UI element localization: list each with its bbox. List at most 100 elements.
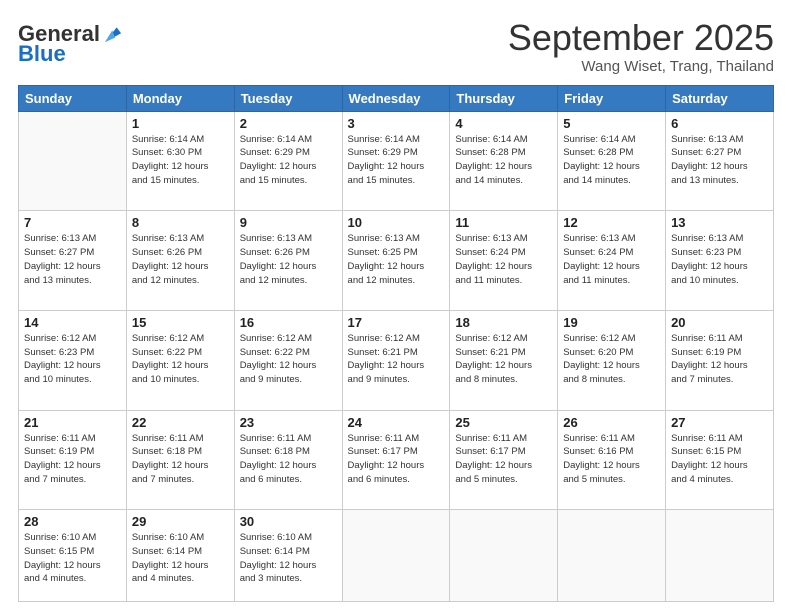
calendar-cell: 17 Sunrise: 6:12 AM Sunset: 6:21 PM Dayli… bbox=[342, 310, 450, 410]
calendar-cell: 21Sunrise: 6:11 AM Sunset: 6:19 PM Dayli… bbox=[19, 410, 127, 510]
page: General Blue September 2025 Wang Wiset, … bbox=[0, 0, 792, 612]
day-info: Sunrise: 6:13 AM Sunset: 6:26 PM Dayligh… bbox=[240, 232, 337, 287]
day-number: 17 bbox=[348, 315, 445, 330]
calendar-cell: 12 Sunrise: 6:13 AM Sunset: 6:24 PM Dayli… bbox=[558, 211, 666, 311]
day-number: 14 bbox=[24, 315, 121, 330]
day-info: Sunrise: 6:14 AM Sunset: 6:28 PM Dayligh… bbox=[563, 133, 660, 188]
calendar-cell: 7Sunrise: 6:13 AM Sunset: 6:27 PM Daylig… bbox=[19, 211, 127, 311]
calendar-day-header: Friday bbox=[558, 85, 666, 111]
calendar-cell: 24 Sunrise: 6:11 AM Sunset: 6:17 PM Dayli… bbox=[342, 410, 450, 510]
day-info: Sunrise: 6:12 AM Sunset: 6:22 PM Dayligh… bbox=[240, 332, 337, 387]
calendar-cell: 6Sunrise: 6:13 AM Sunset: 6:27 PM Daylig… bbox=[666, 111, 774, 211]
day-number: 9 bbox=[240, 215, 337, 230]
calendar-cell: 5 Sunrise: 6:14 AM Sunset: 6:28 PM Daylig… bbox=[558, 111, 666, 211]
logo-icon bbox=[102, 23, 124, 45]
calendar-cell: 13 Sunrise: 6:13 AM Sunset: 6:23 PM Dayli… bbox=[666, 211, 774, 311]
main-title: September 2025 bbox=[508, 18, 774, 58]
day-number: 10 bbox=[348, 215, 445, 230]
calendar-cell: 2 Sunrise: 6:14 AM Sunset: 6:29 PM Daylig… bbox=[234, 111, 342, 211]
day-info: Sunrise: 6:13 AM Sunset: 6:27 PM Dayligh… bbox=[671, 133, 768, 188]
day-info: Sunrise: 6:11 AM Sunset: 6:18 PM Dayligh… bbox=[132, 432, 229, 487]
day-info: Sunrise: 6:12 AM Sunset: 6:21 PM Dayligh… bbox=[348, 332, 445, 387]
day-info: Sunrise: 6:13 AM Sunset: 6:26 PM Dayligh… bbox=[132, 232, 229, 287]
calendar-cell: 18 Sunrise: 6:12 AM Sunset: 6:21 PM Dayli… bbox=[450, 310, 558, 410]
day-number: 2 bbox=[240, 116, 337, 131]
day-number: 29 bbox=[132, 514, 229, 529]
calendar-table: SundayMondayTuesdayWednesdayThursdayFrid… bbox=[18, 85, 774, 602]
logo: General Blue bbox=[18, 22, 124, 66]
calendar-cell: 27Sunrise: 6:11 AM Sunset: 6:15 PM Dayli… bbox=[666, 410, 774, 510]
day-number: 23 bbox=[240, 415, 337, 430]
day-info: Sunrise: 6:13 AM Sunset: 6:25 PM Dayligh… bbox=[348, 232, 445, 287]
calendar-cell bbox=[666, 510, 774, 602]
subtitle: Wang Wiset, Trang, Thailand bbox=[508, 58, 774, 75]
calendar-cell: 30 Sunrise: 6:10 AM Sunset: 6:14 PM Dayli… bbox=[234, 510, 342, 602]
logo-blue: Blue bbox=[18, 42, 66, 66]
calendar-week-row: 14 Sunrise: 6:12 AM Sunset: 6:23 PM Dayli… bbox=[19, 310, 774, 410]
title-block: September 2025 Wang Wiset, Trang, Thaila… bbox=[508, 18, 774, 75]
day-number: 30 bbox=[240, 514, 337, 529]
day-info: Sunrise: 6:11 AM Sunset: 6:17 PM Dayligh… bbox=[348, 432, 445, 487]
calendar-week-row: 7Sunrise: 6:13 AM Sunset: 6:27 PM Daylig… bbox=[19, 211, 774, 311]
calendar-cell: 28 Sunrise: 6:10 AM Sunset: 6:15 PM Dayli… bbox=[19, 510, 127, 602]
day-number: 16 bbox=[240, 315, 337, 330]
day-number: 1 bbox=[132, 116, 229, 131]
calendar-cell bbox=[558, 510, 666, 602]
day-info: Sunrise: 6:13 AM Sunset: 6:23 PM Dayligh… bbox=[671, 232, 768, 287]
day-number: 4 bbox=[455, 116, 552, 131]
calendar-cell: 20Sunrise: 6:11 AM Sunset: 6:19 PM Dayli… bbox=[666, 310, 774, 410]
calendar-day-header: Thursday bbox=[450, 85, 558, 111]
day-info: Sunrise: 6:14 AM Sunset: 6:29 PM Dayligh… bbox=[240, 133, 337, 188]
day-info: Sunrise: 6:14 AM Sunset: 6:28 PM Dayligh… bbox=[455, 133, 552, 188]
day-number: 24 bbox=[348, 415, 445, 430]
calendar-week-row: 21Sunrise: 6:11 AM Sunset: 6:19 PM Dayli… bbox=[19, 410, 774, 510]
day-number: 28 bbox=[24, 514, 121, 529]
day-number: 13 bbox=[671, 215, 768, 230]
day-info: Sunrise: 6:11 AM Sunset: 6:16 PM Dayligh… bbox=[563, 432, 660, 487]
header: General Blue September 2025 Wang Wiset, … bbox=[18, 18, 774, 75]
calendar-cell: 16 Sunrise: 6:12 AM Sunset: 6:22 PM Dayli… bbox=[234, 310, 342, 410]
day-number: 27 bbox=[671, 415, 768, 430]
day-info: Sunrise: 6:10 AM Sunset: 6:14 PM Dayligh… bbox=[240, 531, 337, 586]
calendar-cell: 25 Sunrise: 6:11 AM Sunset: 6:17 PM Dayli… bbox=[450, 410, 558, 510]
day-info: Sunrise: 6:11 AM Sunset: 6:17 PM Dayligh… bbox=[455, 432, 552, 487]
day-info: Sunrise: 6:14 AM Sunset: 6:29 PM Dayligh… bbox=[348, 133, 445, 188]
day-info: Sunrise: 6:14 AM Sunset: 6:30 PM Dayligh… bbox=[132, 133, 229, 188]
calendar-cell: 19 Sunrise: 6:12 AM Sunset: 6:20 PM Dayli… bbox=[558, 310, 666, 410]
day-number: 26 bbox=[563, 415, 660, 430]
calendar-cell: 1 Sunrise: 6:14 AM Sunset: 6:30 PM Daylig… bbox=[126, 111, 234, 211]
calendar-cell: 4 Sunrise: 6:14 AM Sunset: 6:28 PM Daylig… bbox=[450, 111, 558, 211]
day-info: Sunrise: 6:12 AM Sunset: 6:23 PM Dayligh… bbox=[24, 332, 121, 387]
day-number: 12 bbox=[563, 215, 660, 230]
day-number: 3 bbox=[348, 116, 445, 131]
calendar-cell: 23 Sunrise: 6:11 AM Sunset: 6:18 PM Dayli… bbox=[234, 410, 342, 510]
calendar-cell: 9 Sunrise: 6:13 AM Sunset: 6:26 PM Daylig… bbox=[234, 211, 342, 311]
day-info: Sunrise: 6:13 AM Sunset: 6:24 PM Dayligh… bbox=[455, 232, 552, 287]
calendar-cell: 10 Sunrise: 6:13 AM Sunset: 6:25 PM Dayli… bbox=[342, 211, 450, 311]
day-number: 15 bbox=[132, 315, 229, 330]
calendar-day-header: Monday bbox=[126, 85, 234, 111]
calendar-cell: 22 Sunrise: 6:11 AM Sunset: 6:18 PM Dayli… bbox=[126, 410, 234, 510]
day-info: Sunrise: 6:12 AM Sunset: 6:22 PM Dayligh… bbox=[132, 332, 229, 387]
day-info: Sunrise: 6:12 AM Sunset: 6:21 PM Dayligh… bbox=[455, 332, 552, 387]
calendar-cell: 26 Sunrise: 6:11 AM Sunset: 6:16 PM Dayli… bbox=[558, 410, 666, 510]
day-number: 8 bbox=[132, 215, 229, 230]
day-number: 18 bbox=[455, 315, 552, 330]
calendar-day-header: Sunday bbox=[19, 85, 127, 111]
day-number: 19 bbox=[563, 315, 660, 330]
day-info: Sunrise: 6:12 AM Sunset: 6:20 PM Dayligh… bbox=[563, 332, 660, 387]
day-number: 22 bbox=[132, 415, 229, 430]
day-info: Sunrise: 6:10 AM Sunset: 6:15 PM Dayligh… bbox=[24, 531, 121, 586]
day-info: Sunrise: 6:11 AM Sunset: 6:18 PM Dayligh… bbox=[240, 432, 337, 487]
day-info: Sunrise: 6:13 AM Sunset: 6:24 PM Dayligh… bbox=[563, 232, 660, 287]
day-number: 20 bbox=[671, 315, 768, 330]
calendar-cell: 8 Sunrise: 6:13 AM Sunset: 6:26 PM Daylig… bbox=[126, 211, 234, 311]
day-number: 25 bbox=[455, 415, 552, 430]
day-number: 11 bbox=[455, 215, 552, 230]
day-number: 7 bbox=[24, 215, 121, 230]
calendar-cell: 15 Sunrise: 6:12 AM Sunset: 6:22 PM Dayli… bbox=[126, 310, 234, 410]
calendar-day-header: Saturday bbox=[666, 85, 774, 111]
day-number: 5 bbox=[563, 116, 660, 131]
calendar-cell bbox=[19, 111, 127, 211]
calendar-cell bbox=[450, 510, 558, 602]
